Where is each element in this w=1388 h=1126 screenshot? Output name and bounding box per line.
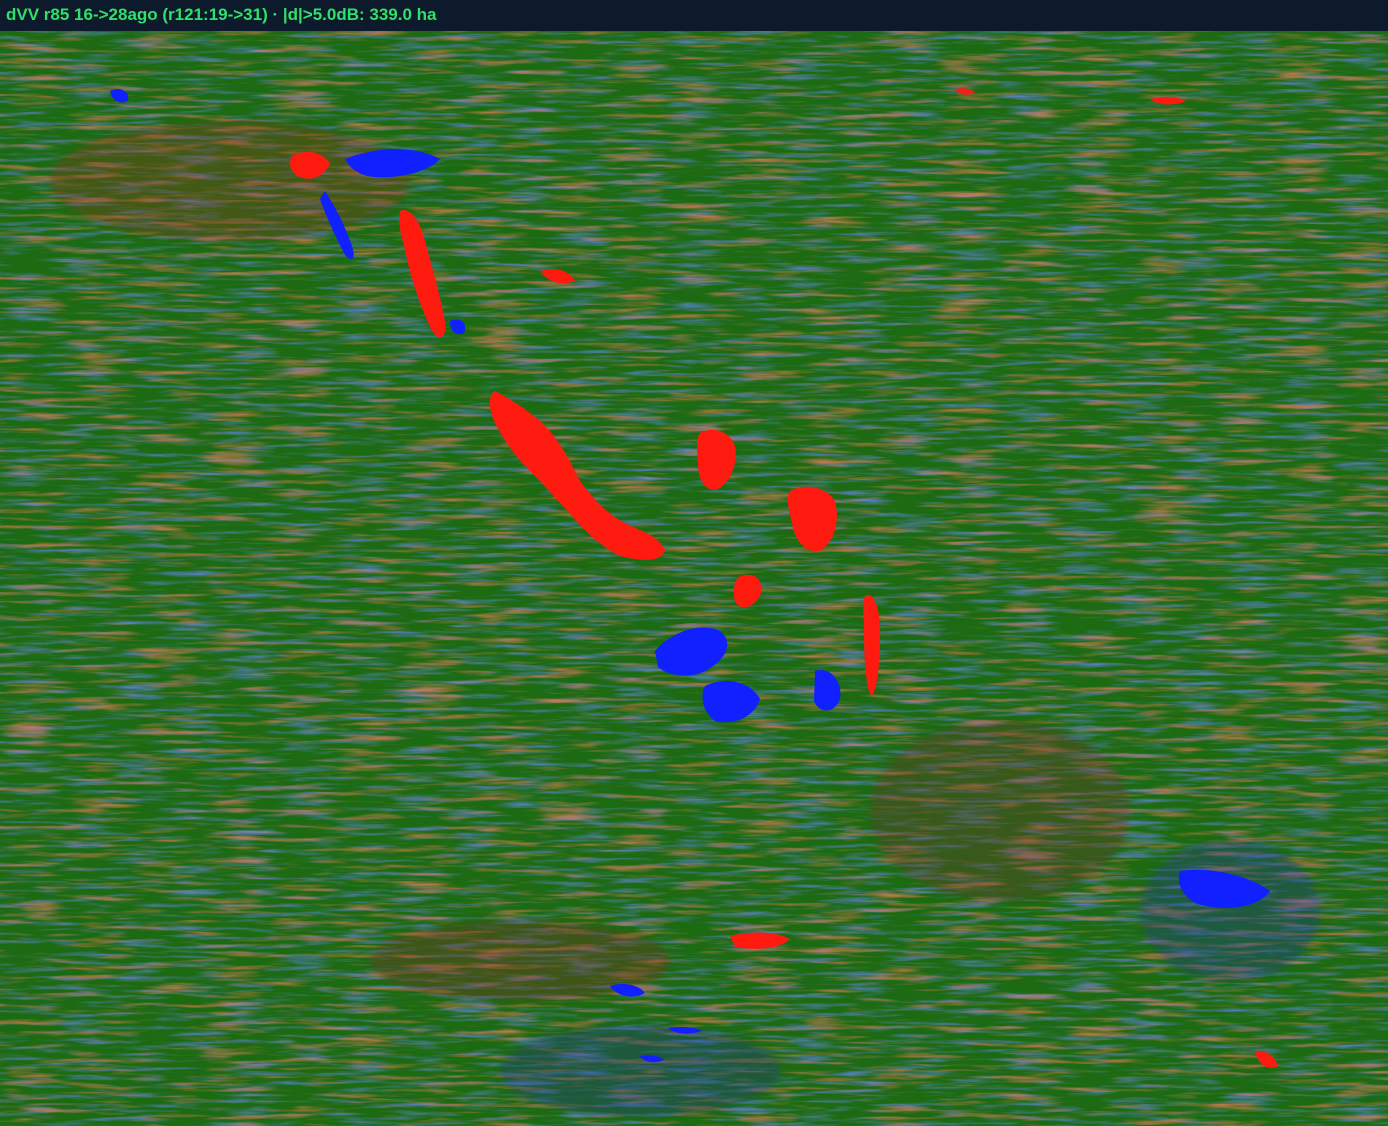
title-bar: dVV r85 16->28ago (r121:19->31) · |d|>5.…: [0, 0, 1388, 31]
map-title: dVV r85 16->28ago (r121:19->31) · |d|>5.…: [6, 5, 437, 24]
change-detection-viewer: dVV r85 16->28ago (r121:19->31) · |d|>5.…: [0, 0, 1388, 1126]
change-raster: [0, 31, 1388, 1126]
sar-change-map[interactable]: [0, 31, 1388, 1126]
